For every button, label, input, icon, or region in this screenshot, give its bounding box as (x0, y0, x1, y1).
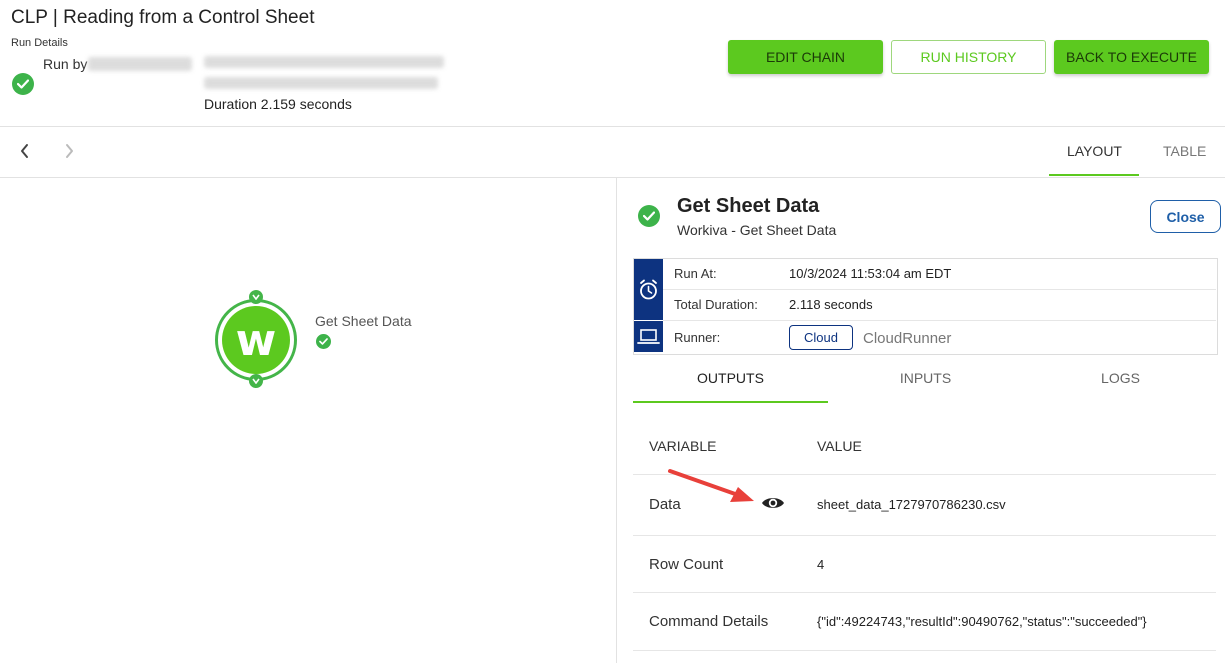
close-button[interactable]: Close (1150, 200, 1221, 233)
tab-logs[interactable]: LOGS (1023, 370, 1218, 386)
variable-column-header: VARIABLE (649, 438, 717, 454)
nav-divider (0, 177, 1225, 178)
value-column-header: VALUE (817, 438, 862, 454)
eye-icon[interactable] (760, 493, 786, 513)
run-details-label: Run Details (11, 37, 68, 49)
run-at-value: 10/3/2024 11:53:04 am EDT (789, 266, 952, 281)
laptop-icon (634, 321, 663, 352)
table-row-divider (633, 592, 1216, 593)
output-variable-name: Command Details (649, 613, 769, 630)
tab-inputs[interactable]: INPUTS (828, 370, 1023, 386)
tab-layout-underline (1049, 174, 1139, 176)
annotation-arrow-icon (668, 469, 754, 502)
alarm-clock-icon (634, 259, 663, 320)
redacted-user-name (88, 57, 192, 71)
workiva-logo-icon: w (222, 306, 290, 374)
node-input-connector-icon[interactable] (249, 290, 263, 304)
runner-label: Runner: (674, 330, 721, 345)
node-output-connector-icon[interactable] (249, 374, 263, 388)
chevron-left-icon[interactable] (18, 142, 34, 162)
output-value: 4 (817, 557, 825, 572)
node-label: Get Sheet Data (315, 313, 412, 329)
panel-divider (616, 178, 617, 663)
step-success-icon (638, 205, 660, 227)
output-value: {"id":49224743,"resultId":90490762,"stat… (817, 614, 1147, 629)
run-duration: Duration 2.159 seconds (204, 96, 352, 112)
back-to-execute-button[interactable]: BACK TO EXECUTE (1054, 40, 1209, 74)
redacted-ended-time (204, 77, 438, 89)
table-row-divider (633, 535, 1216, 536)
run-at-label: Run At: (674, 266, 717, 281)
runner-type-badge: Cloud (789, 325, 853, 350)
tab-layout[interactable]: LAYOUT (1067, 143, 1122, 159)
page-title: CLP | Reading from a Control Sheet (11, 7, 315, 28)
redacted-started-time (204, 56, 444, 68)
run-success-icon (12, 73, 34, 95)
chevron-right-icon[interactable] (62, 142, 78, 162)
chain-node-get-sheet-data[interactable]: w (215, 299, 297, 381)
tab-table[interactable]: TABLE (1163, 143, 1206, 159)
info-row-divider (663, 289, 1216, 290)
run-history-button[interactable]: RUN HISTORY (891, 40, 1046, 74)
tab-outputs[interactable]: OUTPUTS (633, 370, 828, 386)
tab-outputs-underline (633, 401, 828, 403)
node-success-icon (316, 334, 331, 349)
run-by-label: Run by (43, 56, 88, 72)
total-duration-value: 2.118 seconds (789, 297, 873, 312)
output-value-link[interactable]: sheet_data_1727970786230.csv (817, 497, 1006, 512)
header-divider (0, 126, 1225, 127)
info-row-divider (663, 320, 1216, 321)
edit-chain-button[interactable]: EDIT CHAIN (728, 40, 883, 74)
step-title: Get Sheet Data (677, 195, 820, 217)
output-variable-name: Row Count (649, 556, 724, 573)
runner-name: CloudRunner (863, 330, 952, 347)
total-duration-label: Total Duration: (674, 297, 758, 312)
step-subtitle: Workiva - Get Sheet Data (677, 222, 837, 238)
table-row-divider (633, 650, 1216, 651)
